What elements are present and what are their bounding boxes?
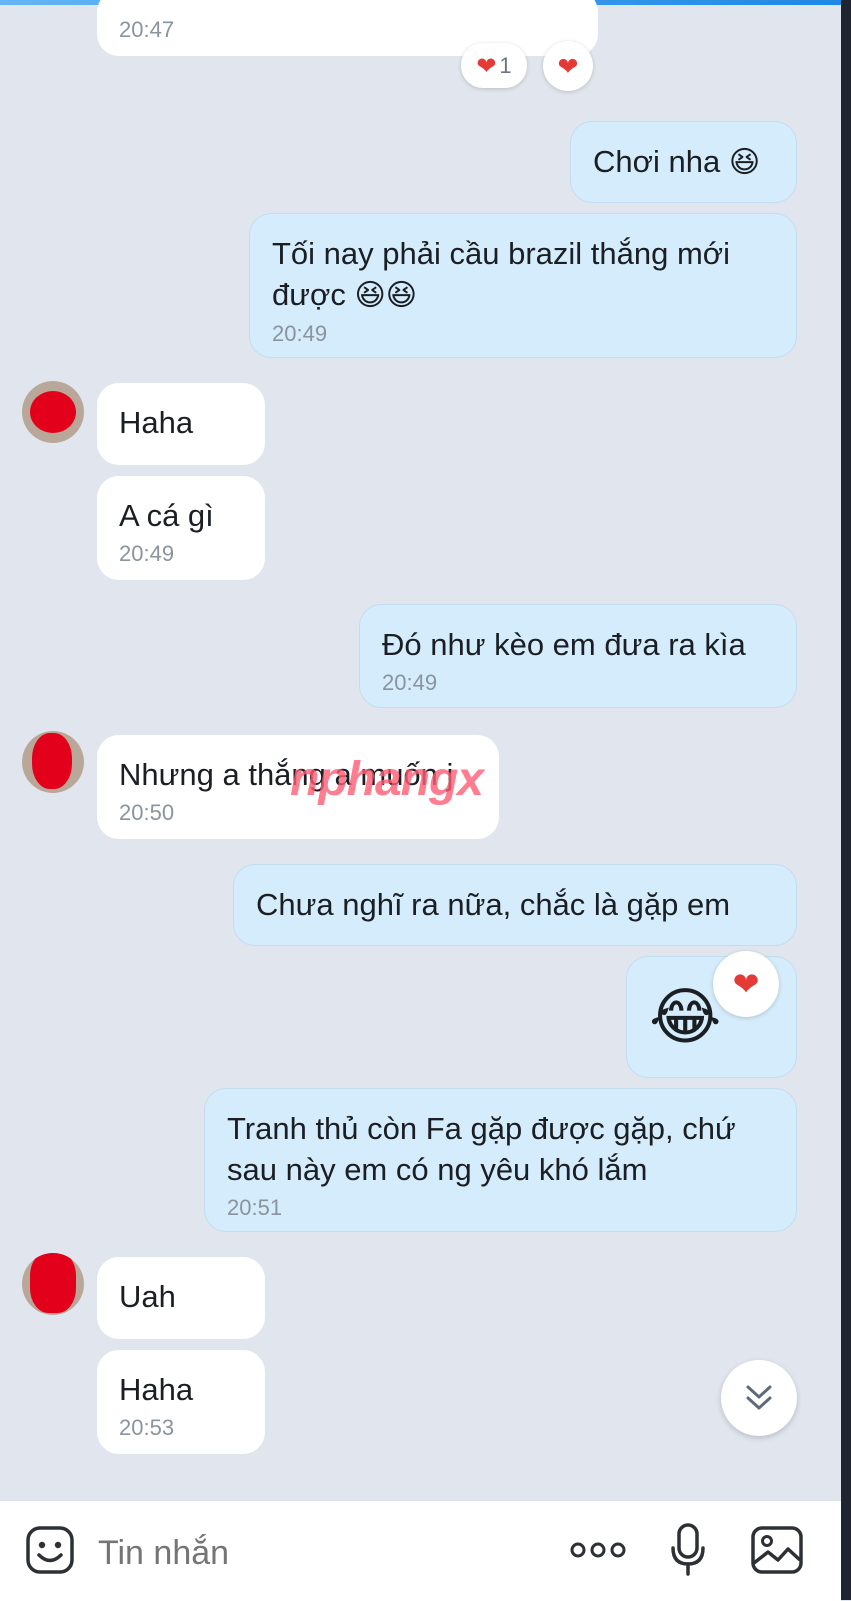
heart-icon: ❤	[476, 51, 497, 80]
message-text-line2: sau này em có ng yêu khó lắm	[227, 1152, 648, 1187]
message-bubble-incoming[interactable]: Uah	[97, 1257, 265, 1339]
message-time: 20:49	[119, 541, 175, 566]
message-text: Tranh thủ còn Fa gặp được gặp, chứ	[227, 1111, 736, 1146]
message-time: 20:47	[119, 17, 175, 42]
sticker-face-icon	[26, 1526, 74, 1574]
reaction-heart-button[interactable]: ❤	[713, 951, 779, 1017]
message-bubble-incoming[interactable]: Haha 20:53	[97, 1350, 265, 1454]
message-time: 20:49	[382, 670, 438, 695]
message-bubble-incoming[interactable]: Haha	[97, 383, 265, 465]
message-bubble-incoming[interactable]: A cá gì 20:49	[97, 476, 265, 580]
heart-icon: ❤	[732, 965, 760, 1003]
image-icon	[751, 1526, 803, 1574]
laughing-emoji-icon: 😆	[728, 145, 761, 180]
laughing-emoji-icon: 😆😆	[354, 278, 418, 313]
redaction-mark	[30, 391, 76, 433]
message-text: Tối nay phải cầu brazil thắng mới	[272, 236, 731, 271]
message-bubble-outgoing[interactable]: Đó như kèo em đưa ra kìa 20:49	[359, 604, 797, 708]
redaction-mark	[32, 733, 72, 789]
watermark-logo: nphangx	[290, 753, 484, 806]
reaction-heart-button[interactable]: ❤	[543, 41, 593, 91]
message-bubble-incoming[interactable]: 20:47	[97, 0, 598, 56]
message-bubble-outgoing[interactable]: Chưa nghĩ ra nữa, chắc là gặp em	[233, 864, 797, 946]
message-bubble-outgoing[interactable]: Chơi nha 😆	[570, 121, 797, 203]
more-dots-icon	[570, 1542, 626, 1558]
redaction-mark	[30, 1253, 76, 1313]
message-text: Uah	[119, 1279, 176, 1314]
sticker-button[interactable]	[22, 1522, 78, 1578]
more-options-button[interactable]	[568, 1530, 628, 1570]
voice-message-button[interactable]	[665, 1520, 711, 1580]
contact-avatar[interactable]	[22, 731, 84, 793]
message-input[interactable]	[96, 1532, 540, 1574]
message-text: A cá gì	[119, 498, 214, 533]
heart-icon: ❤	[557, 51, 579, 81]
message-text: Chơi nha	[593, 144, 721, 179]
reaction-count: 1	[499, 52, 512, 78]
contact-avatar[interactable]	[22, 1253, 84, 1315]
scroll-to-bottom-button[interactable]	[721, 1360, 797, 1436]
message-text: Đó như kèo em đưa ra kìa	[382, 627, 746, 662]
microphone-icon	[671, 1523, 705, 1576]
message-text: Chưa nghĩ ra nữa, chắc là gặp em	[256, 887, 731, 922]
contact-avatar[interactable]	[22, 381, 84, 443]
screen-edge	[841, 0, 851, 1600]
message-text: Haha	[119, 405, 194, 440]
message-bubble-outgoing[interactable]: Tối nay phải cầu brazil thắng mới được 😆…	[249, 213, 797, 358]
double-chevron-down-icon	[746, 1385, 772, 1410]
message-time: 20:51	[227, 1195, 283, 1220]
message-text-line2: được	[272, 277, 346, 312]
send-image-button[interactable]	[748, 1522, 806, 1578]
reaction-heart-count[interactable]: ❤ 1	[461, 43, 527, 88]
message-text: Haha	[119, 1372, 194, 1407]
tears-of-joy-emoji-icon: 😂	[649, 980, 722, 1053]
message-bubble-outgoing[interactable]: Tranh thủ còn Fa gặp được gặp, chứ sau n…	[204, 1088, 797, 1232]
message-time: 20:49	[272, 321, 328, 346]
message-time: 20:53	[119, 1415, 175, 1440]
